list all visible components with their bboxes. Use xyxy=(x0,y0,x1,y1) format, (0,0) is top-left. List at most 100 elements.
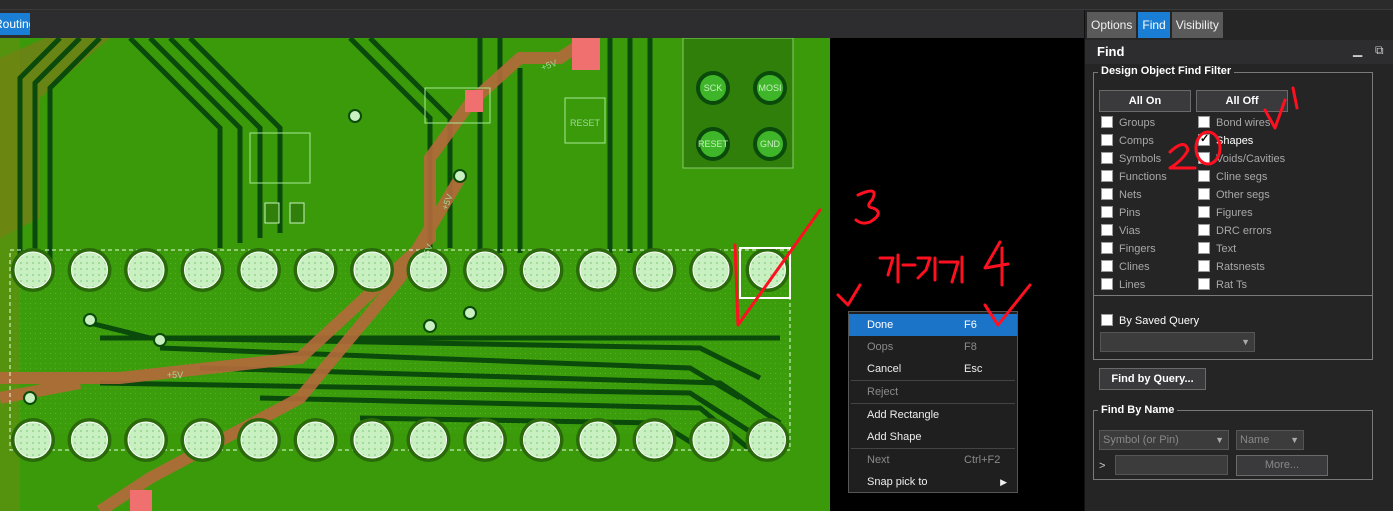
through-hole-pad xyxy=(579,421,617,459)
through-hole-pad xyxy=(14,251,52,289)
checkbox-box xyxy=(1198,242,1210,254)
checkbox-box xyxy=(1101,260,1113,272)
through-hole-pad xyxy=(692,421,730,459)
checkbox-box xyxy=(1198,152,1210,164)
through-hole-pad xyxy=(240,421,278,459)
filter-checkbox-drc-errors[interactable]: DRC errors xyxy=(1198,224,1272,240)
header-pin-label: SCK xyxy=(704,83,723,93)
through-hole-pad xyxy=(127,251,165,289)
saved-query-checkbox[interactable]: By Saved Query xyxy=(1101,314,1199,330)
checkbox-box xyxy=(1198,278,1210,290)
panel-header: Find ▁ ⧉ xyxy=(1085,40,1393,64)
through-hole-pad xyxy=(297,251,334,289)
all-on-button[interactable]: All On xyxy=(1099,90,1191,112)
tab-find[interactable]: Find xyxy=(1138,12,1170,38)
through-hole-pad xyxy=(353,251,391,289)
checkbox-box xyxy=(1198,224,1210,236)
header-pin-label: RESET xyxy=(698,139,729,149)
chevron-down-icon: ▼ xyxy=(1290,435,1299,445)
filter-checkbox-bond-wires[interactable]: Bond wires xyxy=(1198,116,1270,132)
silk-label: +5V xyxy=(167,370,183,380)
filter-checkbox-pins[interactable]: Pins xyxy=(1101,206,1140,222)
name-prompt: > xyxy=(1099,460,1106,472)
through-hole-pad xyxy=(71,251,108,289)
saved-query-label: By Saved Query xyxy=(1119,315,1200,327)
find-by-query-button[interactable]: Find by Query... xyxy=(1099,368,1206,390)
checkbox-label: Lines xyxy=(1119,279,1146,291)
checkbox-label: Clines xyxy=(1119,261,1150,273)
tab-visibility[interactable]: Visibility xyxy=(1171,12,1223,38)
checkbox-label: Bond wires xyxy=(1216,117,1271,129)
checkbox-box xyxy=(1198,116,1210,128)
name-input[interactable] xyxy=(1115,455,1228,475)
checkbox-box xyxy=(1198,170,1210,182)
checkbox-label: Shapes xyxy=(1216,135,1254,147)
minimize-icon[interactable]: ▁ xyxy=(1353,43,1362,57)
filter-checkbox-functions[interactable]: Functions xyxy=(1101,170,1167,186)
filter-checkbox-figures[interactable]: Figures xyxy=(1198,206,1253,222)
filter-checkbox-vias[interactable]: Vias xyxy=(1101,224,1140,240)
menu-item-next[interactable]: Next Ctrl+F2 xyxy=(849,449,1017,471)
name-field-select[interactable]: Name ▼ xyxy=(1236,430,1304,450)
checkbox-label: Cline segs xyxy=(1216,171,1268,183)
menu-item-snap-pick-to[interactable]: Snap pick to ▶ xyxy=(849,471,1017,493)
checkbox-box xyxy=(1198,188,1210,200)
checkbox-label: Nets xyxy=(1119,189,1142,201)
more-button[interactable]: More... xyxy=(1236,455,1328,476)
filter-checkbox-clines[interactable]: Clines xyxy=(1101,260,1150,276)
through-hole-pad xyxy=(523,421,560,459)
menu-item-oops[interactable]: Oops F8 xyxy=(849,336,1017,358)
filter-checkbox-symbols[interactable]: Symbols xyxy=(1101,152,1161,168)
checkbox-label: Symbols xyxy=(1119,153,1162,165)
through-hole-pad xyxy=(297,421,334,459)
filter-checkbox-fingers[interactable]: Fingers xyxy=(1101,242,1156,258)
through-hole-pad xyxy=(579,251,617,289)
checkbox-label: Comps xyxy=(1119,135,1154,147)
checkbox-label: Functions xyxy=(1119,171,1167,183)
filter-checkbox-cline-segs[interactable]: Cline segs xyxy=(1198,170,1267,186)
checkbox-box xyxy=(1101,314,1113,326)
filter-checkbox-ratsnests[interactable]: Ratsnests xyxy=(1198,260,1265,276)
menu-item-add-shape[interactable]: Add Shape xyxy=(849,426,1017,448)
title-bar xyxy=(0,0,1393,10)
filter-checkbox-other-segs[interactable]: Other segs xyxy=(1198,188,1270,204)
checkbox-label: Figures xyxy=(1216,207,1253,219)
through-hole-pad xyxy=(749,251,786,289)
filter-checkbox-text[interactable]: Text xyxy=(1198,242,1236,258)
saved-query-select[interactable]: ▼ xyxy=(1100,332,1255,352)
chevron-down-icon: ▼ xyxy=(1215,435,1224,445)
through-hole-pad xyxy=(636,421,673,459)
through-hole-pad xyxy=(466,251,504,289)
menu-item-cancel[interactable]: Cancel Esc xyxy=(849,358,1017,380)
filter-checkbox-rat-ts[interactable]: Rat Ts xyxy=(1198,278,1247,294)
filter-checkbox-lines[interactable]: Lines xyxy=(1101,278,1145,294)
smd-pad xyxy=(572,38,600,70)
filter-checkbox-comps[interactable]: Comps xyxy=(1101,134,1154,150)
all-off-button[interactable]: All Off xyxy=(1196,90,1288,112)
filter-checkbox-voids-cavities[interactable]: Voids/Cavities xyxy=(1198,152,1285,168)
silk-label: RESET xyxy=(570,118,601,128)
tab-options[interactable]: Options xyxy=(1087,12,1137,38)
symbol-type-select[interactable]: Symbol (or Pin) ▼ xyxy=(1099,430,1229,450)
through-hole-pad xyxy=(127,421,165,459)
through-hole-pad xyxy=(636,251,673,289)
checkbox-box xyxy=(1101,116,1113,128)
menu-item-reject[interactable]: Reject xyxy=(849,381,1017,403)
header-pin-label: GND xyxy=(760,139,781,149)
through-hole-pad xyxy=(692,251,730,289)
through-hole-pad xyxy=(466,421,504,459)
filter-checkbox-shapes[interactable]: Shapes xyxy=(1198,132,1254,150)
checkbox-box xyxy=(1198,132,1210,146)
checkbox-box xyxy=(1101,242,1113,254)
checkbox-box xyxy=(1101,170,1113,182)
through-hole-pad xyxy=(71,421,108,459)
checkbox-box xyxy=(1198,206,1210,218)
checkbox-box xyxy=(1101,134,1113,146)
menu-item-add-rectangle[interactable]: Add Rectangle xyxy=(849,404,1017,426)
tab-routing[interactable]: Routing xyxy=(0,13,30,35)
filter-checkbox-nets[interactable]: Nets xyxy=(1101,188,1142,204)
float-window-icon[interactable]: ⧉ xyxy=(1375,43,1384,58)
checkbox-label: Voids/Cavities xyxy=(1216,153,1286,165)
filter-checkbox-groups[interactable]: Groups xyxy=(1101,116,1155,132)
menu-item-done[interactable]: Done F6 xyxy=(849,314,1017,336)
